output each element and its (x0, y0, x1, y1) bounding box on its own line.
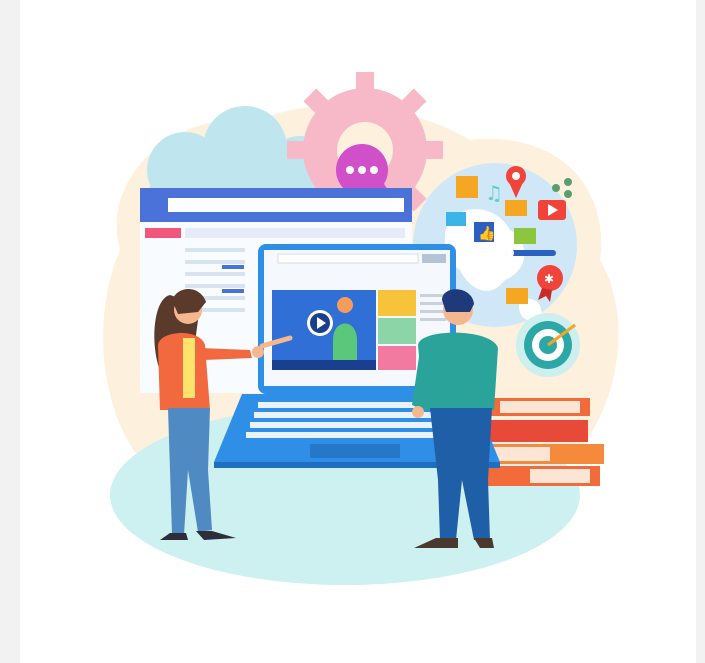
play-button-icon (307, 310, 333, 336)
target-icon (516, 313, 580, 377)
svg-text:👍: 👍 (478, 225, 495, 242)
image-icon (456, 176, 478, 198)
svg-text:✱: ✱ (544, 272, 554, 286)
envelope-icon (505, 200, 527, 216)
online-learning-illustration: ♫ 👍 ✱ (103, 72, 619, 585)
message-icon (446, 212, 466, 226)
envelope-icon (506, 288, 528, 304)
comment-icon (514, 228, 536, 244)
books-stack (478, 398, 604, 486)
music-note-icon: ♫ (485, 181, 503, 205)
